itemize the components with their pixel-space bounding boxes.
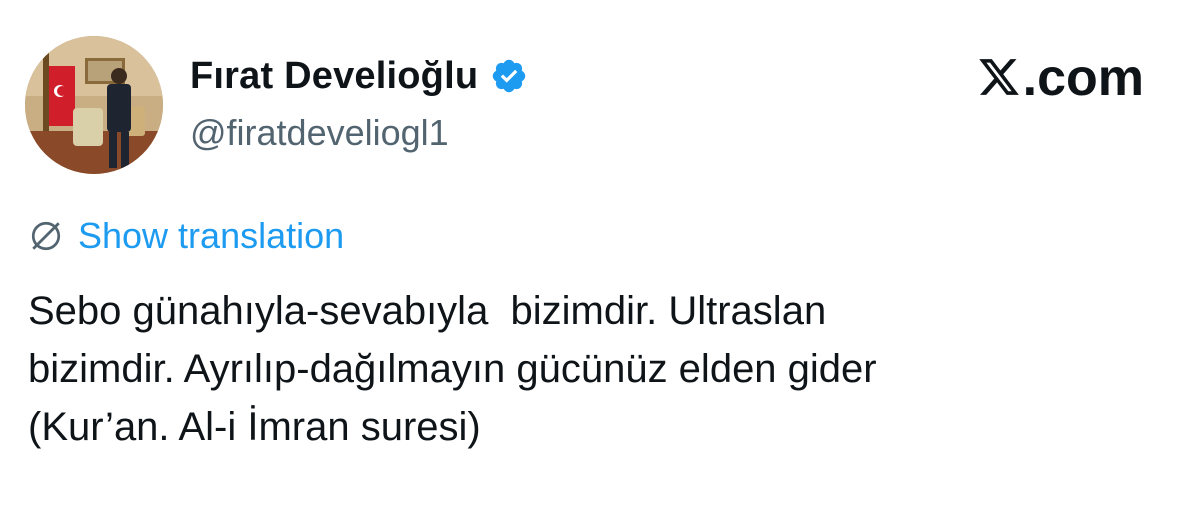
tweet-line: Sebo günahıyla-sevabıyla bizimdir. Ultra… xyxy=(28,289,827,333)
globe-icon xyxy=(28,218,64,254)
author-display-name[interactable]: Fırat Develioğlu xyxy=(190,55,478,98)
author-name-row: Fırat Develioğlu xyxy=(190,50,528,102)
avatar[interactable] xyxy=(25,36,163,174)
author-handle[interactable]: @firatdeveliogl1 xyxy=(190,112,449,154)
show-translation-button[interactable]: Show translation xyxy=(28,214,344,258)
brand-domain: .com xyxy=(1022,49,1144,107)
brand-mark: .com xyxy=(977,52,1144,104)
x-logo-icon xyxy=(977,55,1021,99)
tweet-text: Sebo günahıyla-sevabıyla bizimdir. Ultra… xyxy=(28,282,1178,456)
profile-photo xyxy=(25,36,163,174)
tweet-line: (Kur’an. Al-i İmran suresi) xyxy=(28,405,481,449)
x-com-brand: .com xyxy=(977,50,1144,106)
tweet-line: bizimdir. Ayrılıp-dağılmayın gücünüz eld… xyxy=(28,347,877,391)
show-translation-label[interactable]: Show translation xyxy=(78,215,344,257)
verified-badge-icon xyxy=(490,57,528,95)
